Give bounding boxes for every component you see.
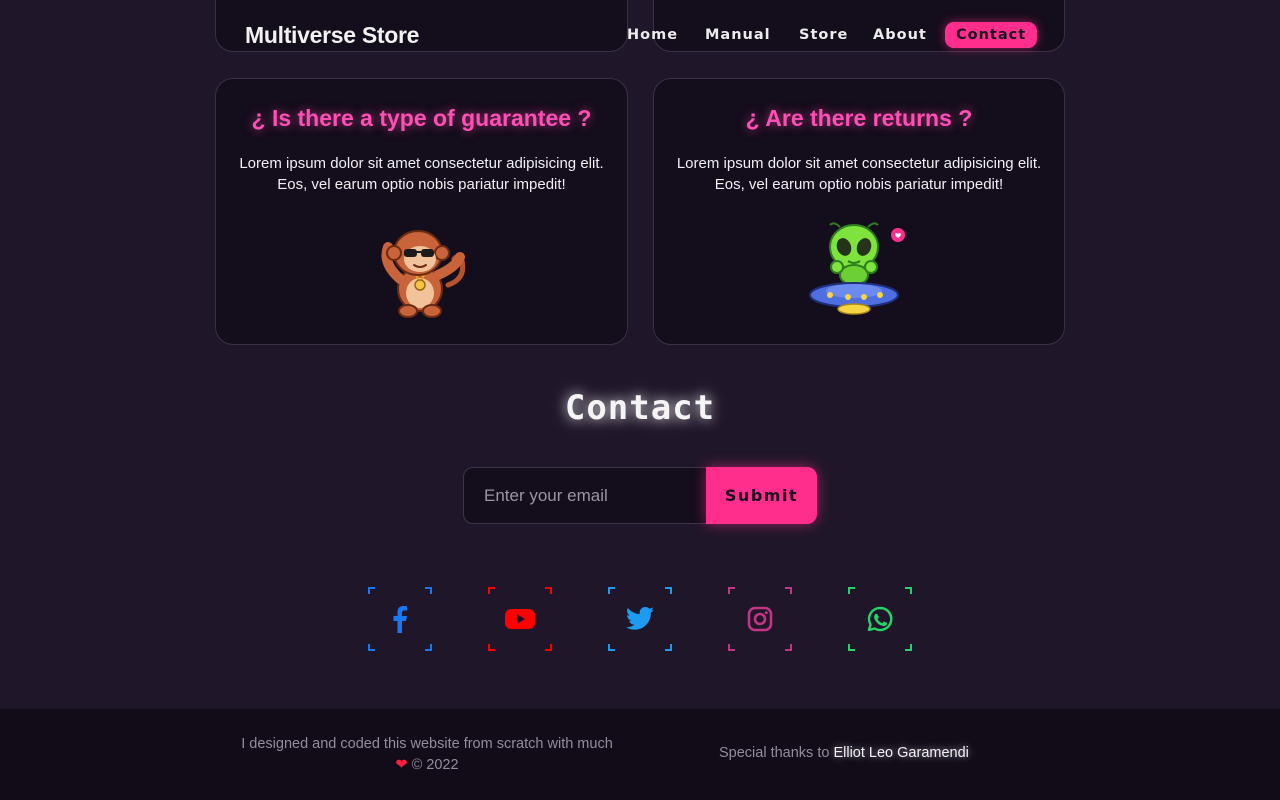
footer-copyright: © 2022 xyxy=(411,757,459,773)
facebook-icon xyxy=(393,606,407,633)
footer-thanks: Special thanks to Elliot Leo Garamendi xyxy=(719,745,969,761)
instagram-link[interactable] xyxy=(728,587,792,651)
facebook-link[interactable] xyxy=(368,587,432,651)
email-input[interactable] xyxy=(464,468,706,523)
faq-title: ¿ Are there returns ? xyxy=(745,105,973,131)
contact-title: Contact xyxy=(564,388,716,428)
alien-ufo-illustration xyxy=(804,219,914,323)
footer-thanks-name[interactable]: Elliot Leo Garamendi xyxy=(833,745,968,761)
nav-manual[interactable]: Manual xyxy=(705,22,771,48)
email-form: Submit xyxy=(463,467,817,524)
footer-credits: I designed and coded this website from s… xyxy=(237,734,617,776)
monkey-illustration xyxy=(374,219,470,323)
twitter-icon xyxy=(625,607,654,630)
twitter-link[interactable] xyxy=(608,587,672,651)
faq-text: Lorem ipsum dolor sit amet consectetur a… xyxy=(239,155,604,193)
faq-card-returns: ¿ Are there returns ? Lorem ipsum dolor … xyxy=(653,78,1065,345)
nav-home[interactable]: Home xyxy=(627,22,678,48)
submit-button[interactable]: Submit xyxy=(706,467,817,524)
faq-title: ¿ Is there a type of guarantee ? xyxy=(251,105,592,131)
whatsapp-link[interactable] xyxy=(848,587,912,651)
footer: I designed and coded this website from s… xyxy=(0,709,1280,800)
youtube-icon xyxy=(505,609,535,629)
whatsapp-icon xyxy=(867,606,893,632)
heart-icon: ❤ xyxy=(395,757,408,773)
youtube-link[interactable] xyxy=(488,587,552,651)
nav-about[interactable]: About xyxy=(873,22,927,48)
faq-text: Lorem ipsum dolor sit amet consectetur a… xyxy=(676,155,1042,193)
footer-credits-text: I designed and coded this website from s… xyxy=(241,736,613,752)
nav-store[interactable]: Store xyxy=(799,22,848,48)
brand-logo-text[interactable]: Multiverse Store xyxy=(245,22,419,49)
instagram-icon xyxy=(747,606,773,632)
footer-thanks-prefix: Special thanks to xyxy=(719,745,830,761)
nav-contact[interactable]: Contact xyxy=(945,22,1038,48)
faq-card-guarantee: ¿ Is there a type of guarantee ? Lorem i… xyxy=(215,78,628,345)
